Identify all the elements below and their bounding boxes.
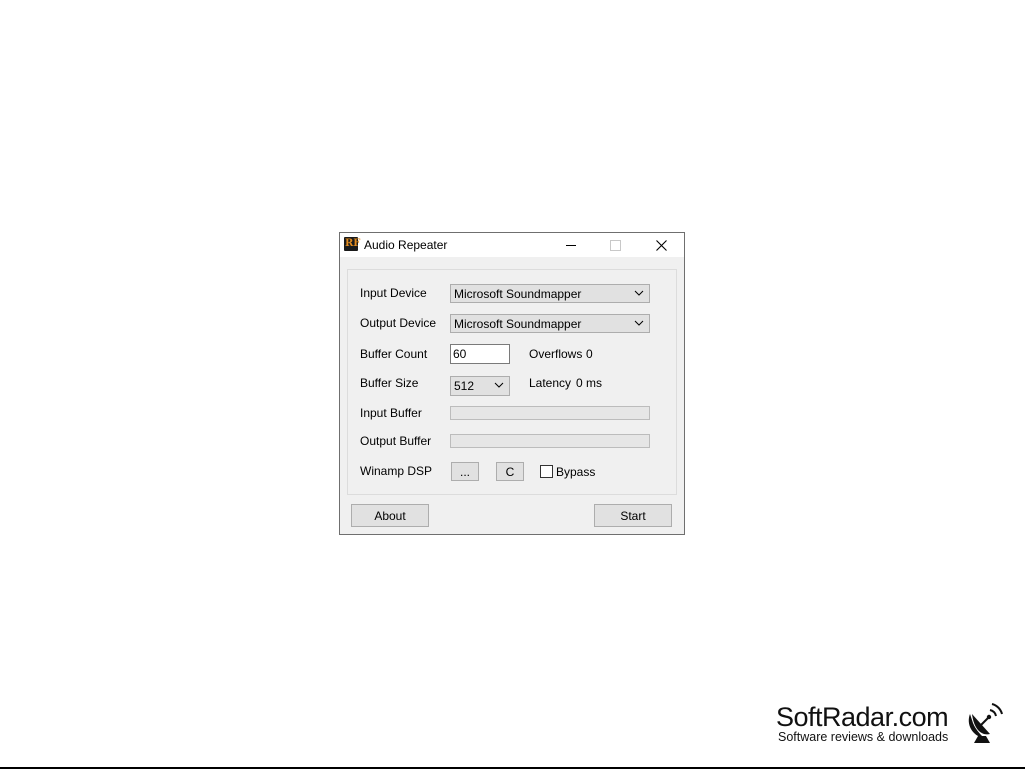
satellite-dish-icon	[968, 703, 1003, 743]
minimize-button[interactable]	[548, 233, 593, 257]
input-device-value: Microsoft Soundmapper	[454, 287, 582, 301]
about-button[interactable]: About	[351, 504, 429, 527]
output-device-value: Microsoft Soundmapper	[454, 317, 582, 331]
latency-value: 0 ms	[576, 376, 603, 390]
buffer-size-label: Buffer Size	[360, 376, 419, 390]
latency-label: Latency	[529, 376, 572, 390]
audio-repeater-window: RF Audio Repeater Input Device Microsoft…	[339, 232, 685, 535]
buffer-size-value: 512	[454, 379, 475, 393]
buffer-count-field[interactable]	[450, 344, 510, 364]
input-device-select[interactable]: Microsoft Soundmapper	[450, 284, 650, 303]
bypass-checkbox[interactable]	[540, 465, 553, 478]
maximize-button[interactable]	[593, 233, 638, 257]
start-button[interactable]: Start	[594, 504, 672, 527]
close-icon	[656, 239, 667, 251]
watermark-brand: SoftRadar.com	[776, 702, 949, 732]
title-bar[interactable]: RF Audio Repeater	[340, 233, 684, 257]
output-buffer-label: Output Buffer	[360, 434, 432, 448]
overflows-value: 0	[586, 347, 593, 361]
screenshot-canvas: RF Audio Repeater Input Device Microsoft…	[0, 0, 1025, 769]
window-title: Audio Repeater	[364, 238, 448, 252]
output-buffer-progress	[450, 434, 650, 448]
buffer-count-label: Buffer Count	[360, 347, 428, 361]
buffer-count-input[interactable]	[451, 345, 509, 363]
output-device-select[interactable]: Microsoft Soundmapper	[450, 314, 650, 333]
chevron-down-icon	[634, 320, 644, 326]
input-device-label: Input Device	[360, 286, 427, 300]
close-button[interactable]	[639, 233, 684, 257]
input-buffer-label: Input Buffer	[360, 406, 422, 420]
minimize-icon	[565, 244, 576, 246]
bypass-label: Bypass	[556, 465, 596, 479]
softradar-watermark: SoftRadar.com Software reviews & downloa…	[776, 700, 1016, 748]
dsp-browse-button[interactable]: ...	[451, 462, 479, 481]
watermark-tagline: Software reviews & downloads	[778, 730, 949, 744]
overflows-label: Overflows	[529, 347, 583, 361]
chevron-down-icon	[634, 290, 644, 296]
settings-group: Input Device Microsoft Soundmapper Outpu…	[347, 269, 677, 495]
chevron-down-icon	[494, 382, 504, 388]
winamp-dsp-label: Winamp DSP	[360, 464, 433, 478]
app-logo-icon: RF	[344, 237, 361, 251]
maximize-icon	[610, 239, 621, 251]
dsp-config-button[interactable]: C	[496, 462, 524, 481]
input-buffer-progress	[450, 406, 650, 420]
output-device-label: Output Device	[360, 316, 437, 330]
buffer-size-select[interactable]: 512	[450, 376, 510, 396]
